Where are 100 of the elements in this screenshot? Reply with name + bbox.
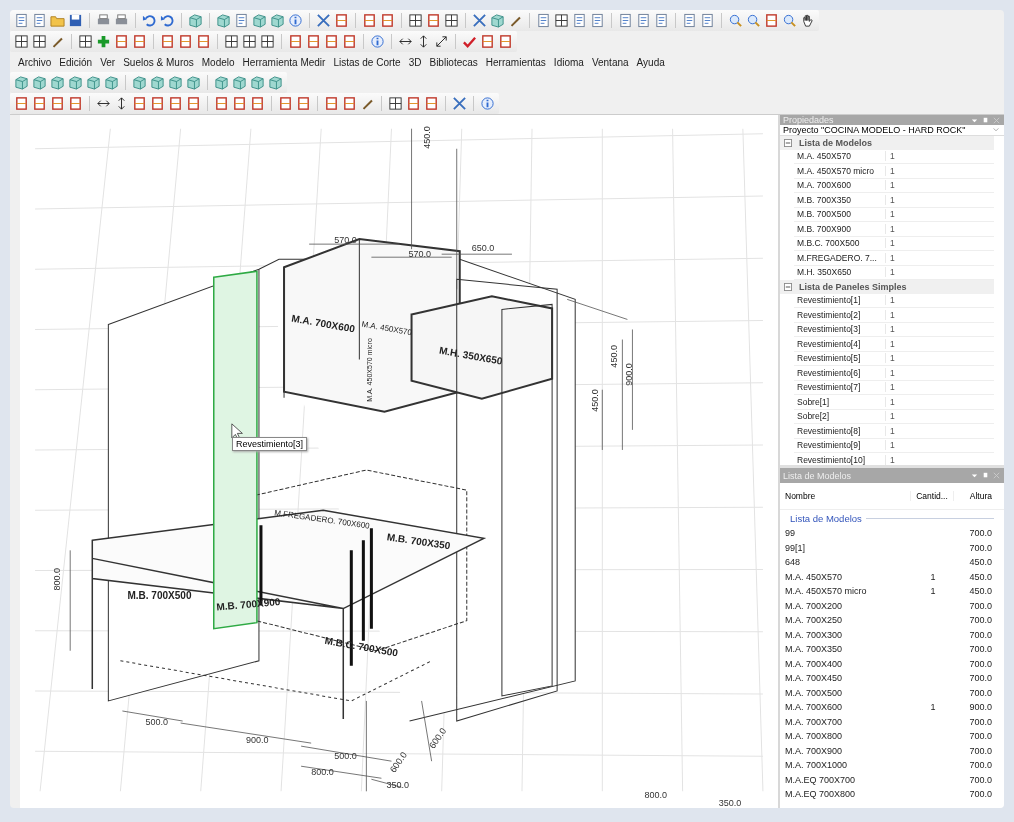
menu-item[interactable]: Herramienta Medir	[238, 56, 330, 68]
cube-icon[interactable]	[268, 75, 283, 90]
page-icon[interactable]	[536, 13, 551, 28]
cube-icon[interactable]	[132, 75, 147, 90]
crossed-tools-icon[interactable]	[472, 13, 487, 28]
frame-icon[interactable]	[342, 96, 357, 111]
crossed-tools-icon[interactable]	[316, 13, 331, 28]
frame-icon[interactable]	[160, 34, 175, 49]
frame-icon[interactable]	[14, 96, 29, 111]
frame-icon[interactable]	[324, 34, 339, 49]
cube-icon[interactable]	[216, 13, 231, 28]
undo-icon[interactable]	[142, 13, 157, 28]
diagonal-arrow-icon[interactable]	[434, 34, 449, 49]
frame-icon[interactable]	[132, 96, 147, 111]
check-icon[interactable]	[462, 34, 477, 49]
grid-icon[interactable]	[444, 13, 459, 28]
grid-icon[interactable]	[32, 34, 47, 49]
collapse-toggle-icon[interactable]	[784, 138, 792, 147]
info-icon[interactable]	[480, 96, 495, 111]
frame-icon[interactable]	[324, 96, 339, 111]
page-icon[interactable]	[682, 13, 697, 28]
column-header[interactable]: Altura	[953, 491, 1004, 501]
cube-icon[interactable]	[150, 75, 165, 90]
cube-icon[interactable]	[14, 75, 29, 90]
frame-icon[interactable]	[362, 13, 377, 28]
page-icon[interactable]	[636, 13, 651, 28]
frame-icon[interactable]	[288, 34, 303, 49]
menu-item[interactable]: Listas de Corte	[329, 56, 405, 68]
column-header[interactable]: Cantid...	[910, 491, 953, 501]
cube-icon[interactable]	[168, 75, 183, 90]
cube-icon[interactable]	[188, 13, 203, 28]
grid-icon[interactable]	[14, 34, 29, 49]
frame-icon[interactable]	[424, 96, 439, 111]
cube-icon[interactable]	[86, 75, 101, 90]
magnifier-icon[interactable]	[782, 13, 797, 28]
frame-icon[interactable]	[232, 96, 247, 111]
frame-icon[interactable]	[186, 96, 201, 111]
page-icon[interactable]	[654, 13, 669, 28]
floppy-icon[interactable]	[68, 13, 83, 28]
page-icon[interactable]	[14, 13, 29, 28]
page-icon[interactable]	[618, 13, 633, 28]
cube-icon[interactable]	[50, 75, 65, 90]
pin-icon[interactable]	[981, 115, 990, 125]
menu-item[interactable]: Bibliotecas	[425, 56, 482, 68]
frame-icon[interactable]	[168, 96, 183, 111]
column-header[interactable]: Nombre	[780, 491, 910, 501]
magnifier-icon[interactable]	[746, 13, 761, 28]
frame-icon[interactable]	[32, 96, 47, 111]
frame-icon[interactable]	[334, 13, 349, 28]
frame-icon[interactable]	[480, 34, 495, 49]
grid-icon[interactable]	[78, 34, 93, 49]
frame-icon[interactable]	[306, 34, 321, 49]
grid-icon[interactable]	[224, 34, 239, 49]
frame-icon[interactable]	[178, 34, 193, 49]
collapse-toggle-icon[interactable]	[784, 282, 792, 291]
page-icon[interactable]	[590, 13, 605, 28]
frame-icon[interactable]	[250, 96, 265, 111]
info-icon[interactable]	[370, 34, 385, 49]
menu-item[interactable]: Idioma	[549, 56, 588, 68]
menu-item[interactable]: Herramientas	[481, 56, 550, 68]
menu-item[interactable]: Ventana	[587, 56, 633, 68]
frame-icon[interactable]	[406, 96, 421, 111]
folder-icon[interactable]	[50, 13, 65, 28]
page-icon[interactable]	[32, 13, 47, 28]
frame-icon[interactable]	[214, 96, 229, 111]
menu-item[interactable]: Edición	[55, 56, 97, 68]
cube-icon[interactable]	[232, 75, 247, 90]
info-icon[interactable]	[288, 13, 303, 28]
frame-icon[interactable]	[50, 96, 65, 111]
cube-icon[interactable]	[252, 13, 267, 28]
undo-icon[interactable]	[160, 13, 175, 28]
cube-icon[interactable]	[68, 75, 83, 90]
grid-icon[interactable]	[242, 34, 257, 49]
cube-icon[interactable]	[270, 13, 285, 28]
page-icon[interactable]	[234, 13, 249, 28]
frame-icon[interactable]	[426, 13, 441, 28]
cube-icon[interactable]	[250, 75, 265, 90]
menu-item[interactable]: Modelo	[197, 56, 239, 68]
grid-icon[interactable]	[408, 13, 423, 28]
frame-icon[interactable]	[380, 13, 395, 28]
frame-icon[interactable]	[114, 34, 129, 49]
frame-icon[interactable]	[342, 34, 357, 49]
frame-icon[interactable]	[68, 96, 83, 111]
frame-icon[interactable]	[150, 96, 165, 111]
frame-icon[interactable]	[278, 96, 293, 111]
cube-icon[interactable]	[32, 75, 47, 90]
cube-icon[interactable]	[186, 75, 201, 90]
cube-icon[interactable]	[214, 75, 229, 90]
menu-item[interactable]: Archivo	[14, 56, 56, 68]
frame-icon[interactable]	[196, 34, 211, 49]
page-icon[interactable]	[572, 13, 587, 28]
menu-item[interactable]: Suelos & Muros	[119, 56, 198, 68]
frame-icon[interactable]	[764, 13, 779, 28]
frame-icon[interactable]	[498, 34, 513, 49]
cube-icon[interactable]	[490, 13, 505, 28]
crossed-tools-icon[interactable]	[452, 96, 467, 111]
grid-icon[interactable]	[388, 96, 403, 111]
cube-icon[interactable]	[104, 75, 119, 90]
grid-icon[interactable]	[554, 13, 569, 28]
pin-icon[interactable]	[981, 471, 990, 480]
